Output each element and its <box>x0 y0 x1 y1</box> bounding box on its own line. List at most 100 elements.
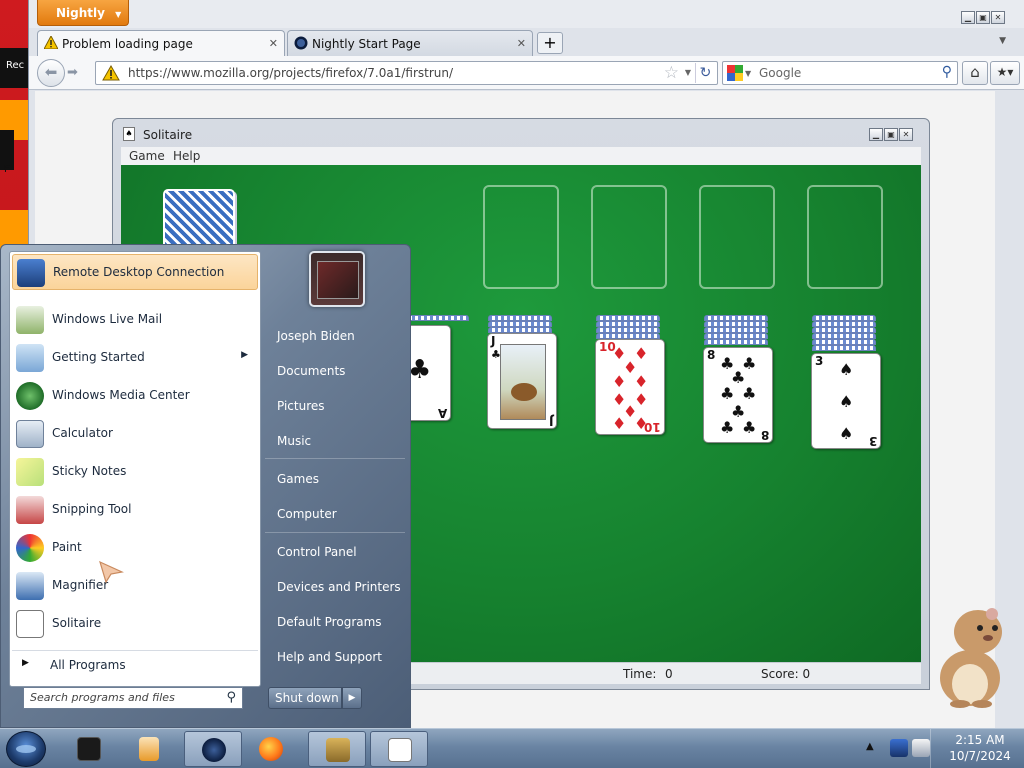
card-suit: ♠ <box>839 392 854 411</box>
tab-close-icon[interactable]: ✕ <box>269 37 278 50</box>
link-pictures[interactable]: Pictures <box>277 399 325 413</box>
close-icon[interactable]: ✕ <box>991 11 1005 24</box>
tab-close-icon[interactable]: ✕ <box>517 37 526 50</box>
chevron-down-icon[interactable]: ▼ <box>685 68 691 77</box>
url-text[interactable]: https://www.mozilla.org/projects/firefox… <box>128 66 453 80</box>
tab-title: Nightly Start Page <box>312 37 421 51</box>
clock[interactable]: 2:15 AM 10/7/2024 <box>940 732 1020 764</box>
face-down-card <box>704 339 768 345</box>
nightly-menu-label: Nightly <box>56 6 105 20</box>
link-control-panel[interactable]: Control Panel <box>277 545 357 559</box>
link-games[interactable]: Games <box>277 472 319 486</box>
reload-icon[interactable]: ↻ <box>695 63 715 83</box>
link-devices-printers[interactable]: Devices and Printers <box>277 580 401 594</box>
link-user[interactable]: Joseph Biden <box>277 329 355 343</box>
program-label: Sticky Notes <box>52 464 127 478</box>
program-label: Solitaire <box>52 616 102 630</box>
tab-nightly-start[interactable]: Nightly Start Page ✕ <box>287 30 533 56</box>
link-computer[interactable]: Computer <box>277 507 337 521</box>
card-rank: 3 <box>868 434 877 448</box>
program-windows-live-mail[interactable]: Windows Live Mail <box>12 302 258 338</box>
program-paint[interactable]: Paint <box>12 530 258 566</box>
google-icon[interactable] <box>727 65 743 81</box>
show-hidden-icons-icon[interactable]: ▲ <box>866 741 874 752</box>
all-programs-button[interactable]: ▶ All Programs <box>12 650 258 678</box>
tab-title: Problem loading page <box>62 37 193 51</box>
restore-icon[interactable]: ▣ <box>976 11 990 24</box>
link-help-support[interactable]: Help and Support <box>277 650 382 664</box>
card-rank: J <box>548 414 553 428</box>
taskbar-nightly[interactable] <box>184 731 242 767</box>
foundation-slot[interactable] <box>483 185 559 289</box>
taskbar-firefox[interactable] <box>242 731 300 767</box>
start-search-input[interactable]: Search programs and files ⚲ <box>23 687 243 709</box>
program-snipping-tool[interactable]: Snipping Tool <box>12 492 258 528</box>
link-music[interactable]: Music <box>277 434 311 448</box>
nightly-icon <box>202 738 226 762</box>
card-rank: A <box>437 406 447 420</box>
program-getting-started[interactable]: Getting Started ▶ <box>12 340 258 376</box>
tableau-card[interactable]: 3 ♠ ♠ ♠ 3 <box>811 353 881 449</box>
tableau-card[interactable]: 8 ♣ ♣ ♣ ♣ ♣ ♣ ♣ ♣ 8 <box>703 347 773 443</box>
solitaire-title: Solitaire <box>143 128 193 142</box>
network-icon[interactable] <box>890 739 908 757</box>
search-icon[interactable]: ⚲ <box>942 64 952 80</box>
close-icon[interactable]: ✕ <box>899 128 913 141</box>
back-button[interactable]: ⬅ <box>37 59 65 87</box>
taskbar-virtualbox[interactable] <box>60 731 118 767</box>
remote-desktop-icon <box>17 259 45 287</box>
program-media-center[interactable]: Windows Media Center <box>12 378 258 414</box>
search-icon[interactable]: ⚲ <box>226 690 236 705</box>
search-input[interactable]: Google <box>759 66 801 80</box>
menu-game[interactable]: Game <box>129 149 165 163</box>
expand-arrow-icon: ▶ <box>22 658 29 668</box>
program-magnifier[interactable]: Magnifier <box>12 568 258 604</box>
restore-icon[interactable]: ▣ <box>884 128 898 141</box>
score-label: Score: 0 <box>761 667 811 681</box>
link-default-programs[interactable]: Default Programs <box>277 615 382 629</box>
chevron-down-icon[interactable]: ▼ <box>999 36 1006 46</box>
forward-button[interactable]: ➡ <box>67 65 78 80</box>
shutdown-options-icon[interactable]: ▶ <box>342 687 362 709</box>
user-picture[interactable] <box>309 251 365 307</box>
minimize-icon[interactable]: ▁ <box>869 128 883 141</box>
card-suit: ♣ <box>742 418 757 437</box>
tab-problem-loading[interactable]: Problem loading page ✕ <box>37 30 285 56</box>
program-solitaire[interactable]: Solitaire <box>12 606 258 642</box>
tableau-card[interactable]: J ♣ J <box>487 333 557 429</box>
program-label: Windows Media Center <box>52 388 190 402</box>
card-rank: 8 <box>760 428 769 442</box>
new-tab-button[interactable]: + <box>537 32 563 54</box>
shutdown-button[interactable]: Shut down <box>268 687 342 709</box>
nightly-menu-button[interactable]: Nightly ▼ <box>37 0 129 26</box>
foundation-slot[interactable] <box>591 185 667 289</box>
bookmarks-button[interactable]: ★▾ <box>990 61 1020 85</box>
menu-help[interactable]: Help <box>173 149 200 163</box>
foundation-slot[interactable] <box>807 185 883 289</box>
card-suit: ♦ <box>612 372 627 391</box>
start-menu-programs: Remote Desktop Connection Windows Live M… <box>9 251 261 687</box>
taskbar-toolbox[interactable] <box>308 731 366 767</box>
desktop-shortcut[interactable]: F <box>0 130 14 175</box>
url-bar[interactable]: https://www.mozilla.org/projects/firefox… <box>95 61 718 85</box>
program-sticky-notes[interactable]: Sticky Notes <box>12 454 258 490</box>
minimize-icon[interactable]: ▁ <box>961 11 975 24</box>
start-button[interactable] <box>6 731 46 767</box>
taskbar-solitaire[interactable] <box>370 731 428 767</box>
program-label: Windows Live Mail <box>52 312 163 326</box>
submenu-arrow-icon: ▶ <box>241 350 248 360</box>
program-label: Remote Desktop Connection <box>53 265 225 279</box>
bookmark-star-icon[interactable]: ☆ <box>664 63 679 83</box>
tableau-card[interactable]: 10 ♦ ♦ ♦ ♦ ♦ ♦ ♦ ♦ ♦ ♦ 10 <box>595 339 665 435</box>
mail-icon <box>16 306 44 334</box>
home-button[interactable]: ⌂ <box>962 61 988 85</box>
link-documents[interactable]: Documents <box>277 364 345 378</box>
desktop-shortcut[interactable]: Rec <box>0 48 28 88</box>
volume-icon[interactable] <box>912 739 930 757</box>
program-remote-desktop[interactable]: Remote Desktop Connection <box>12 254 258 290</box>
chevron-down-icon[interactable]: ▼ <box>745 69 751 78</box>
foundation-slot[interactable] <box>699 185 775 289</box>
program-calculator[interactable]: Calculator <box>12 416 258 452</box>
search-bar[interactable]: ▼ Google ⚲ <box>722 61 958 85</box>
taskbar-media-player[interactable] <box>120 731 178 767</box>
